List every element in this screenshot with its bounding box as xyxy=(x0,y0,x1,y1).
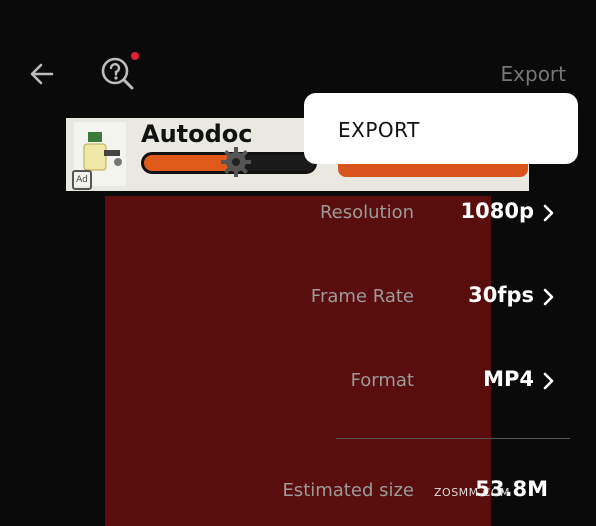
gear-icon xyxy=(221,147,251,177)
setting-label: Frame Rate xyxy=(310,286,414,307)
notification-dot xyxy=(131,52,139,60)
setting-label: Format xyxy=(350,370,414,391)
chevron-right-icon xyxy=(543,288,554,306)
arrow-left-icon xyxy=(30,63,54,85)
popup-export-label[interactable]: EXPORT xyxy=(338,118,420,142)
help-search-icon xyxy=(101,57,134,90)
setting-resolution[interactable]: Resolution 1080p xyxy=(0,193,596,233)
ad-title: Autodoc xyxy=(141,120,253,148)
setting-value: MP4 xyxy=(483,367,534,391)
chevron-right-icon xyxy=(543,204,554,222)
back-button[interactable] xyxy=(24,56,60,92)
watermark: ZOSMM.COM xyxy=(434,486,510,499)
export-popup[interactable]: EXPORT xyxy=(304,93,578,164)
help-button[interactable] xyxy=(98,54,138,94)
divider xyxy=(336,438,570,439)
export-button[interactable]: Export xyxy=(501,62,566,86)
setting-frame-rate[interactable]: Frame Rate 30fps xyxy=(0,277,596,317)
setting-label: Resolution xyxy=(319,202,414,223)
setting-value: 30fps xyxy=(468,283,534,307)
chevron-right-icon xyxy=(543,372,554,390)
setting-format[interactable]: Format MP4 xyxy=(0,361,596,401)
setting-value: 1080p xyxy=(460,199,534,223)
ad-badge[interactable]: Ad xyxy=(72,170,92,190)
estimated-size-label: Estimated size xyxy=(282,480,414,501)
